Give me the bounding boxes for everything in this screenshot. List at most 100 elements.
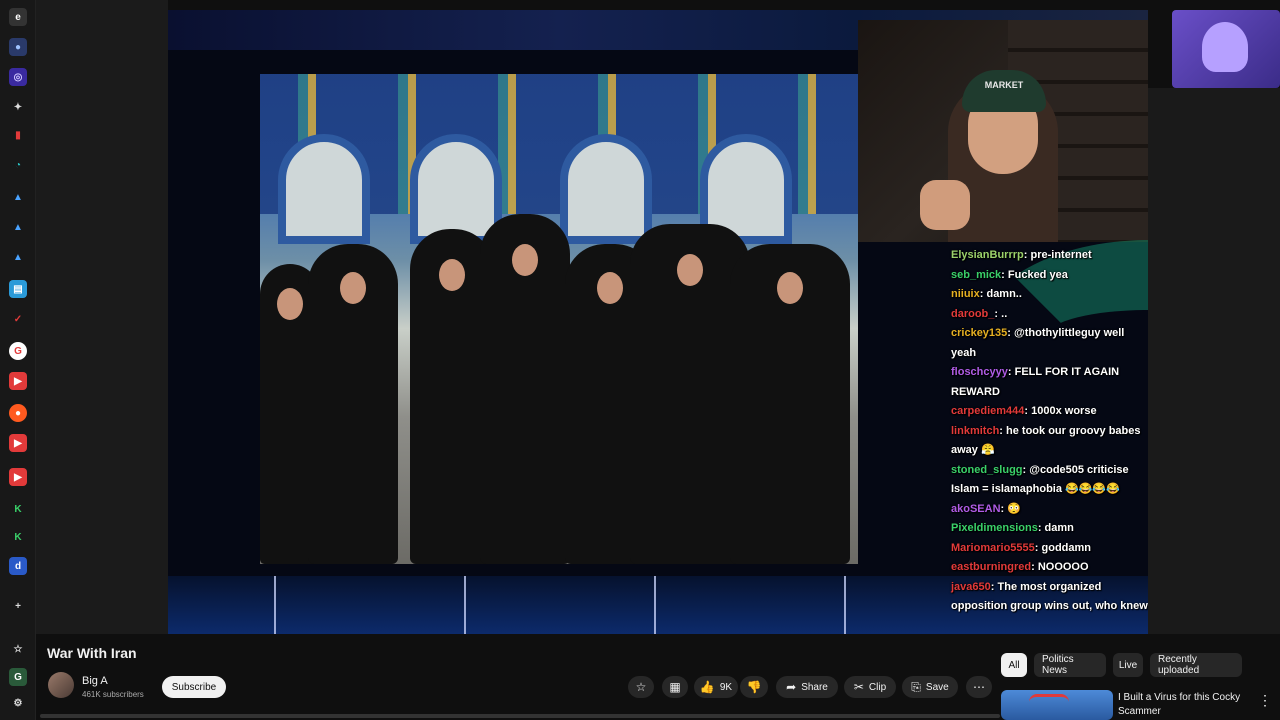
chat-username[interactable]: stoned_slugg	[951, 464, 1023, 476]
sidebar-app-icon[interactable]: ✓	[9, 310, 27, 328]
sidebar-app-icon[interactable]: ▲	[9, 188, 27, 206]
decor-line	[654, 576, 656, 634]
decor-line	[274, 576, 276, 634]
save-button[interactable]: ⎘ Save	[902, 676, 958, 698]
youtube-icon[interactable]: ▶	[9, 372, 27, 390]
chat-username[interactable]: niiuix	[951, 288, 980, 300]
chat-text: ..	[1001, 307, 1008, 320]
chat-username[interactable]: Mariomario5555	[951, 542, 1035, 554]
channel-name[interactable]: Big A	[82, 675, 108, 687]
streamer-fist	[920, 180, 970, 230]
more-vertical-icon[interactable]: ⋮	[1258, 692, 1272, 709]
kick-icon[interactable]: K	[9, 528, 27, 546]
chat-text: pre-internet	[1030, 249, 1092, 261]
chip-recently-uploaded[interactable]: Recently uploaded	[1150, 653, 1242, 677]
star-icon: ☆	[635, 680, 647, 694]
chip-all[interactable]: All	[1001, 653, 1027, 677]
sidebar-app-icon[interactable]: e	[9, 8, 27, 26]
news-photo	[260, 74, 858, 564]
chat-username[interactable]: akoSEAN	[951, 503, 1001, 515]
youtube-audio-icon[interactable]: ▶	[9, 468, 27, 486]
sidebar-app-icon[interactable]: ▲	[9, 248, 27, 266]
person-figure	[308, 244, 398, 564]
dislike-button[interactable]: 👎	[740, 676, 768, 698]
star-button[interactable]: ☆	[628, 676, 654, 698]
chat-username[interactable]: daroob_	[951, 308, 994, 320]
grid-button[interactable]: ▦	[662, 676, 688, 698]
like-icon: 👍	[699, 680, 715, 694]
sidebar-app-icon[interactable]: ▲	[9, 218, 27, 236]
mascot-image	[1202, 22, 1248, 72]
decor-line	[464, 576, 466, 634]
sidebar-app-icon[interactable]: ▤	[9, 280, 27, 298]
star-icon[interactable]: ☆	[9, 640, 27, 658]
scroll-track	[40, 714, 1000, 718]
youtube-icon[interactable]: ▶	[9, 434, 27, 452]
chat-username[interactable]: ElysianBurrrp	[951, 249, 1024, 261]
clip-icon: ✂	[853, 680, 864, 694]
chat-username[interactable]: linkmitch	[951, 425, 999, 437]
settings-icon[interactable]: ⚙	[9, 694, 27, 712]
page-background	[36, 0, 168, 634]
sidebar-app-icon[interactable]: ●	[9, 38, 27, 56]
sidebar-app-icon[interactable]: K	[9, 500, 27, 518]
chat-username[interactable]: floschcyyy	[951, 366, 1008, 378]
reddit-icon[interactable]: ●	[9, 404, 27, 422]
chat-message: niiuix: damn..	[951, 288, 1022, 300]
grid-icon: ▦	[669, 680, 681, 694]
add-icon[interactable]: +	[9, 597, 27, 615]
share-label: Share	[801, 681, 828, 693]
right-column	[1148, 88, 1280, 634]
share-icon: ➦	[786, 680, 797, 694]
more-horizontal-icon: ⋯	[973, 680, 985, 694]
chat-message: stoned_slugg: @code505 criticise Islam =…	[951, 463, 1129, 496]
sidebar-app-icon[interactable]: ◎	[9, 68, 27, 86]
google-icon[interactable]: G	[9, 342, 27, 360]
chip-live[interactable]: Live	[1113, 653, 1143, 677]
channel-avatar[interactable]	[48, 672, 74, 698]
streamer-webcam: MARKET	[858, 20, 1148, 242]
chat-username[interactable]: crickey135	[951, 327, 1007, 339]
chat-message: floschcyyy: FELL FOR IT AGAIN REWARD	[951, 366, 1120, 398]
chat-username[interactable]: seb_mick	[951, 269, 1001, 281]
chat-message: ElysianBurrrp: pre-internet	[951, 249, 1092, 261]
chat-text: damn..	[986, 288, 1022, 300]
channel-thumbnail[interactable]	[1172, 10, 1280, 88]
person-figure	[730, 244, 850, 564]
chat-text: Fucked yea	[1007, 268, 1068, 281]
sidebar-app-icon[interactable]: ✦	[9, 98, 27, 116]
chat-username[interactable]: Pixeldimensions	[951, 522, 1038, 534]
share-button[interactable]: ➦ Share	[776, 676, 838, 698]
like-button[interactable]: 👍 9K	[694, 676, 738, 698]
like-count: 9K	[719, 681, 733, 693]
chat-username[interactable]: eastburningred	[951, 561, 1031, 573]
recommended-video-thumbnail[interactable]	[1001, 690, 1113, 720]
chat-username[interactable]: java650	[951, 581, 991, 593]
chat-text: 😳	[1007, 502, 1021, 515]
chat-overlay: ElysianBurrrp: pre-internet seb_mick: Fuc…	[948, 246, 1148, 634]
chat-message: eastburningred: NOOOOO	[951, 561, 1089, 573]
more-actions-button[interactable]: ⋯	[966, 676, 992, 698]
chat-message: linkmitch: he took our groovy babes away…	[951, 424, 1141, 457]
chat-username[interactable]: carpediem444	[951, 405, 1024, 417]
decor-line	[844, 576, 846, 634]
sidebar-app-icon[interactable]: ▮	[9, 126, 27, 144]
chat-text: goddamn	[1041, 541, 1092, 554]
recommended-video-title[interactable]: I Built a Virus for this Cocky Scammer	[1118, 691, 1248, 719]
chat-text: damn	[1044, 522, 1074, 534]
subscribe-button[interactable]: Subscribe	[162, 676, 226, 698]
clip-button[interactable]: ✂ Clip	[844, 676, 896, 698]
chat-message: java650: The most organized opposition g…	[951, 580, 1148, 613]
sidebar-app-icon[interactable]: ◔	[9, 156, 27, 174]
video-player[interactable]: MARKET ElysianBurrrp: pre-internet seb_mi…	[168, 10, 1148, 634]
chat-message: crickey135: @thothylittleguy well yeah	[951, 327, 1125, 359]
sidebar-app-icon[interactable]: d	[9, 557, 27, 575]
subscriber-count: 461K subscribers	[82, 690, 144, 699]
chat-message: akoSEAN: 😳	[951, 502, 1021, 515]
arch	[278, 134, 370, 244]
chat-message: carpediem444: 1000x worse	[951, 405, 1097, 417]
sidebar-app-icon[interactable]: G	[9, 668, 27, 686]
arch	[560, 134, 652, 244]
chip-politics-news[interactable]: Politics News	[1034, 653, 1106, 677]
person-figure	[480, 214, 570, 564]
